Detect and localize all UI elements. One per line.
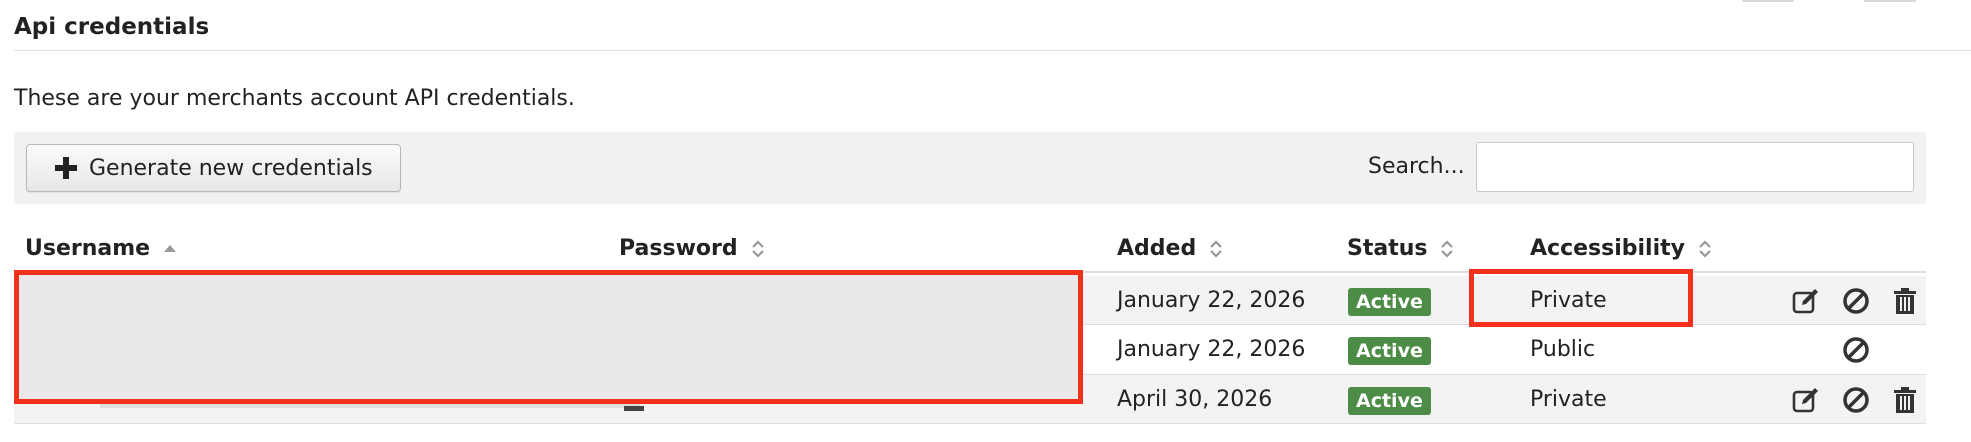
generate-credentials-button[interactable]: Generate new credentials: [26, 144, 401, 192]
redaction-box: [14, 270, 1083, 404]
status-badge: Active: [1348, 337, 1431, 365]
column-header-status[interactable]: Status: [1347, 236, 1454, 261]
column-header-label: Status: [1347, 236, 1428, 261]
column-header-label: Accessibility: [1530, 236, 1685, 261]
accessibility-value: Private: [1530, 288, 1607, 313]
sort-both-icon: [1697, 238, 1711, 260]
column-header-label: Password: [619, 236, 738, 261]
generate-credentials-label: Generate new credentials: [89, 155, 373, 181]
trash-icon[interactable]: [1890, 286, 1920, 316]
edit-icon[interactable]: [1791, 286, 1821, 316]
row-divider: [14, 423, 1926, 424]
status-badge: Active: [1348, 288, 1431, 316]
accessibility-value: Public: [1530, 337, 1596, 362]
added-date: January 22, 2026: [1117, 288, 1306, 313]
edit-icon[interactable]: [1791, 385, 1821, 415]
added-date: April 30, 2026: [1117, 387, 1273, 412]
column-header-accessibility[interactable]: Accessibility: [1530, 236, 1711, 261]
sort-both-icon: [1208, 238, 1222, 260]
title-divider: [14, 50, 1971, 51]
column-header-label: Username: [25, 236, 151, 261]
section-title: Api credentials: [14, 14, 210, 40]
username-text-remnant: [100, 404, 640, 408]
status-badge: Active: [1348, 387, 1431, 415]
disable-icon[interactable]: [1841, 335, 1871, 365]
api-credentials-page: Api credentials These are your merchants…: [0, 0, 1971, 442]
password-mask-remnant: [624, 406, 644, 411]
added-date: January 22, 2026: [1117, 337, 1306, 362]
trash-icon[interactable]: [1890, 385, 1920, 415]
disable-icon[interactable]: [1841, 286, 1871, 316]
disable-icon[interactable]: [1841, 385, 1871, 415]
intro-text: These are your merchants account API cre…: [14, 86, 575, 111]
sort-both-icon: [750, 238, 764, 260]
column-header-username[interactable]: Username: [25, 236, 177, 261]
search-input[interactable]: [1476, 142, 1914, 192]
top-button-edge: [1742, 0, 1794, 2]
sort-both-icon: [1439, 238, 1454, 260]
table-toolbar: Generate new credentials Search...: [14, 132, 1926, 204]
search-label: Search...: [1368, 154, 1465, 179]
column-header-password[interactable]: Password: [619, 236, 764, 261]
column-header-added[interactable]: Added: [1117, 236, 1222, 261]
sort-ascending-icon: [162, 238, 177, 260]
top-button-edge: [1864, 0, 1916, 2]
plus-icon: [55, 157, 77, 179]
top-toolbar-remnants: [0, 0, 1971, 4]
accessibility-value: Private: [1530, 387, 1607, 412]
column-header-label: Added: [1117, 236, 1197, 261]
